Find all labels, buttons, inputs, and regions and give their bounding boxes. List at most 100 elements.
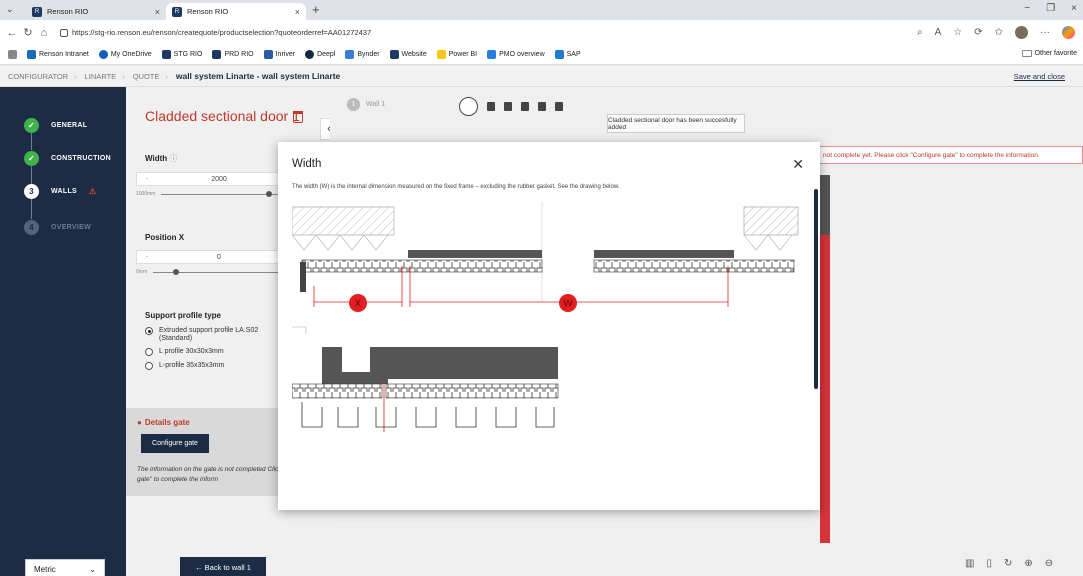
- panel-top-right: [594, 250, 734, 258]
- close-icon[interactable]: ✕: [792, 156, 804, 173]
- home-icon[interactable]: ⌂: [36, 27, 52, 39]
- top-view-icon[interactable]: [521, 102, 529, 111]
- frame-icon[interactable]: ▯: [986, 558, 992, 569]
- refresh-icon[interactable]: ↻: [20, 26, 36, 39]
- radio-selected-icon[interactable]: [145, 327, 153, 335]
- slider-min-label: 1000mm: [136, 191, 156, 197]
- zoom-out-icon[interactable]: ⊖: [1045, 558, 1053, 569]
- slider-handle[interactable]: [173, 268, 180, 275]
- radio-label: L profile 30x30x3mm: [159, 348, 224, 355]
- renson-favicon-icon: R: [172, 6, 182, 17]
- width-stepper[interactable]: - 2000: [136, 172, 282, 186]
- close-window-icon[interactable]: ×: [1071, 3, 1077, 14]
- bookmark-inriver[interactable]: Inriver: [263, 50, 295, 59]
- rotate-icon[interactable]: ↻: [1004, 558, 1012, 569]
- bookmark-prd-rio[interactable]: PRD RIO: [212, 50, 254, 59]
- configure-gate-button[interactable]: Configure gate: [141, 434, 209, 453]
- bookmark-bynder[interactable]: Bynder: [345, 50, 380, 59]
- slider-track[interactable]: [153, 268, 282, 275]
- grid-icon[interactable]: ▥: [965, 558, 974, 569]
- bookmark-power-bi[interactable]: Power BI: [436, 50, 477, 59]
- step-overview[interactable]: 4 OVERVIEW: [24, 220, 91, 235]
- back-to-wall-button[interactable]: ← Back to wall 1: [180, 557, 266, 576]
- favorites-icon[interactable]: ✩: [995, 27, 1003, 38]
- more-icon[interactable]: ···: [1040, 27, 1050, 38]
- unit-select[interactable]: Metric ⌄: [25, 559, 105, 576]
- modal-scrollbar[interactable]: [814, 184, 818, 490]
- decrement-button[interactable]: -: [137, 176, 157, 183]
- browser-tab-bar: ⌄ R Renson RIO × R Renson RIO × + − ❐ ×: [0, 0, 1083, 20]
- decrement-button[interactable]: -: [137, 254, 157, 261]
- tab-actions-icon[interactable]: ⌄: [6, 4, 14, 15]
- step-number: 3: [24, 184, 39, 199]
- folder-icon: [1021, 50, 1032, 57]
- browser-tab-2[interactable]: R Renson RIO ×: [166, 3, 306, 20]
- radio-icon[interactable]: [145, 362, 153, 370]
- width-slider[interactable]: 1000mm: [136, 189, 282, 199]
- modal-title: Width: [292, 158, 322, 170]
- zoom-icon[interactable]: ⌕: [917, 27, 923, 38]
- position-x-stepper[interactable]: - 0: [136, 250, 282, 264]
- page-title: wall system Linarte - wall system Linart…: [175, 71, 341, 81]
- slider-track[interactable]: [161, 190, 282, 197]
- bookmark-renson-intranet[interactable]: Renson Intranet: [27, 50, 89, 59]
- close-tab-icon[interactable]: ×: [155, 7, 160, 17]
- error-banner: not complete yet. Please click "Configur…: [818, 146, 1083, 164]
- breadcrumb-quote[interactable]: QUOTE: [133, 72, 160, 81]
- new-tab-icon[interactable]: +: [312, 2, 320, 17]
- favorite-star-icon[interactable]: ☆: [953, 27, 962, 38]
- save-and-close-link[interactable]: Save and close: [1014, 72, 1065, 81]
- breadcrumb-configurator[interactable]: CONFIGURATOR: [8, 72, 68, 81]
- section-view-icon[interactable]: [538, 102, 546, 111]
- extensions-icon[interactable]: ⟳: [974, 27, 982, 38]
- scrollbar-thumb[interactable]: [814, 189, 818, 389]
- bookmark-deepl[interactable]: Deepl: [305, 50, 335, 59]
- position-x-slider[interactable]: 0mm: [136, 267, 282, 277]
- step-construction[interactable]: ✓ CONSTRUCTION: [24, 151, 111, 166]
- step-general[interactable]: ✓ GENERAL: [24, 118, 87, 133]
- other-favorites[interactable]: Other favorite: [1021, 50, 1077, 57]
- step-label: GENERAL: [51, 122, 88, 129]
- minimize-icon[interactable]: −: [1024, 3, 1030, 14]
- bookmarks-menu-icon[interactable]: [8, 50, 17, 59]
- door-panel-section: [370, 347, 558, 379]
- position-x-value[interactable]: 0: [157, 254, 281, 261]
- 3d-view-icon[interactable]: [459, 97, 478, 116]
- radio-label: L-profile 35x35x3mm: [159, 362, 225, 369]
- support-option-l30[interactable]: L profile 30x30x3mm: [145, 348, 224, 356]
- front-view-icon[interactable]: [487, 102, 495, 111]
- width-value[interactable]: 2000: [157, 176, 281, 183]
- url-field[interactable]: https://stg-rio.renson.eu/renson/createq…: [60, 28, 371, 37]
- bookmark-stg-rio[interactable]: STG RIO: [161, 50, 202, 59]
- restore-icon[interactable]: ❐: [1046, 3, 1055, 14]
- ceiling-hatch-right: [743, 206, 799, 236]
- checkmark-icon: ✓: [24, 151, 39, 166]
- radio-icon[interactable]: [145, 348, 153, 356]
- bookmark-onedrive[interactable]: My OneDrive: [98, 50, 152, 59]
- zoom-in-icon[interactable]: ⊕: [1024, 558, 1032, 569]
- profile-avatar-icon[interactable]: [1015, 26, 1028, 39]
- support-option-extruded[interactable]: Extruded support profile LA.S02 (Standar…: [145, 327, 279, 343]
- browser-tab-1[interactable]: R Renson RIO ×: [26, 3, 166, 20]
- wall-number-icon: 1: [347, 98, 360, 111]
- chevron-down-icon: ⌄: [89, 564, 96, 574]
- detail-view-icon[interactable]: [555, 102, 563, 111]
- read-aloud-icon[interactable]: A: [935, 27, 942, 38]
- support-option-l35[interactable]: L-profile 35x35x3mm: [145, 362, 224, 370]
- close-tab-icon[interactable]: ×: [295, 7, 300, 17]
- bookmark-sap[interactable]: SAP: [554, 50, 581, 59]
- bookmark-website[interactable]: Website: [389, 50, 427, 59]
- copilot-icon[interactable]: [1062, 26, 1075, 39]
- width-label: Width ⓘ: [145, 154, 178, 163]
- slider-handle[interactable]: [266, 190, 273, 197]
- wall-selector[interactable]: 1 Wall 1: [347, 98, 385, 111]
- side-view-icon[interactable]: [504, 102, 512, 111]
- radio-label: Extruded support profile LA.S02 (Standar…: [159, 327, 259, 342]
- info-icon[interactable]: ⓘ: [169, 154, 177, 163]
- delete-trash-icon[interactable]: [293, 111, 303, 123]
- view-toolbar: [459, 97, 563, 116]
- breadcrumb-linarte[interactable]: LINARTE: [85, 72, 117, 81]
- step-walls[interactable]: 3 WALLS ⚠: [24, 184, 96, 199]
- bookmark-pmo-overview[interactable]: PMO overview: [487, 50, 545, 59]
- back-icon[interactable]: ←: [4, 27, 20, 39]
